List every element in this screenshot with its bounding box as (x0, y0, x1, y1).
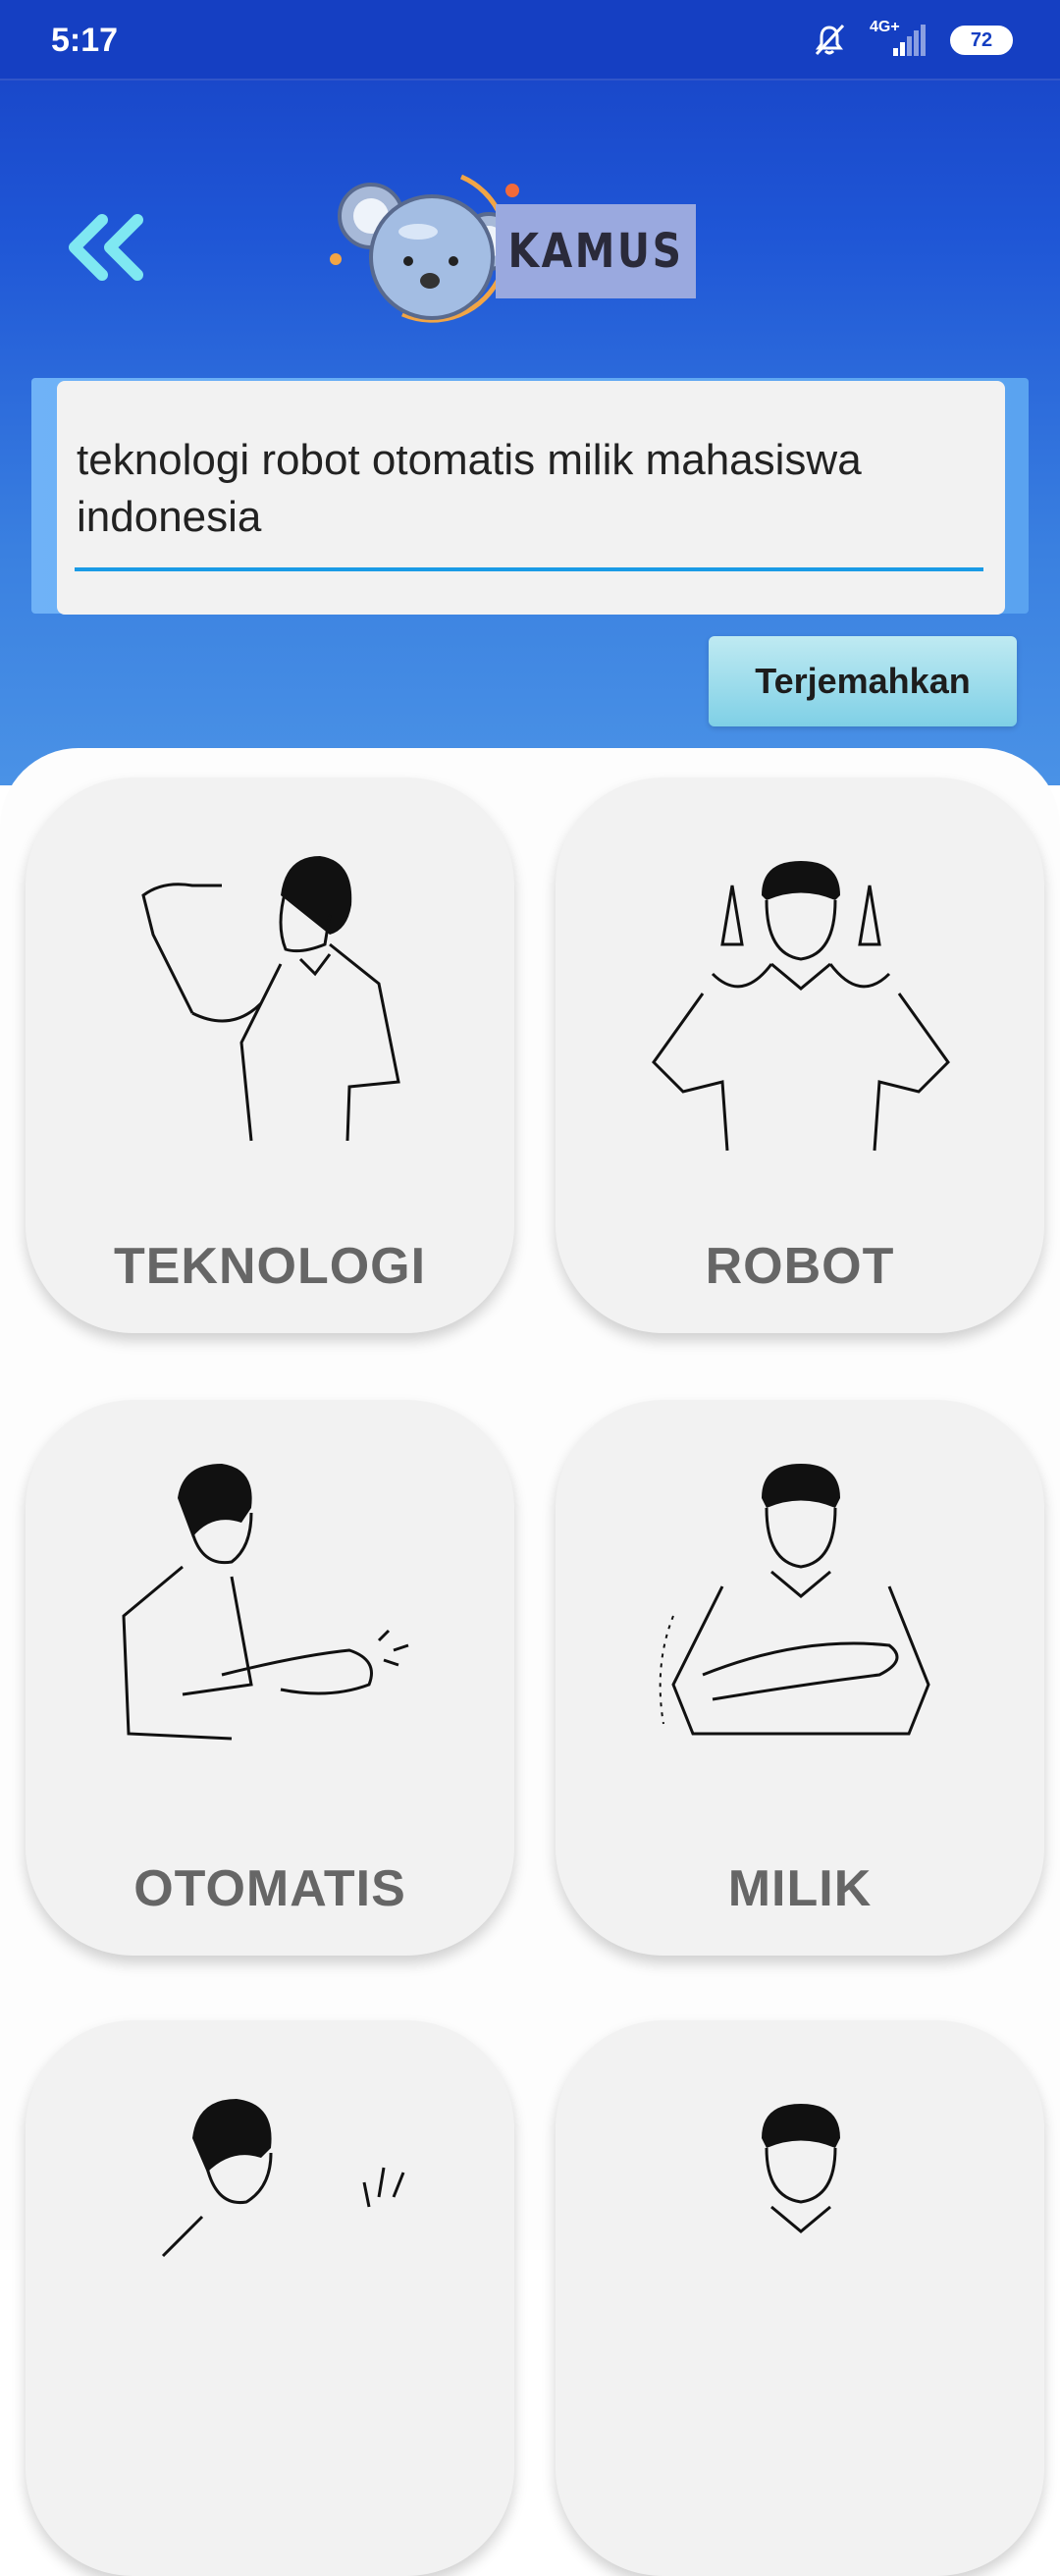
status-time: 5:17 (51, 22, 119, 59)
sign-illustration-teknologi (141, 856, 400, 1142)
sign-card-otomatis[interactable]: OTOMATIS (26, 1400, 514, 1956)
input-underline (75, 567, 983, 571)
sign-card-label: MILIK (727, 1860, 873, 1917)
battery-level: 72 (970, 28, 993, 51)
sign-card-robot[interactable]: ROBOT (556, 778, 1044, 1333)
mute-icon (815, 24, 845, 56)
sign-card-teknologi[interactable]: TEKNOLOGI (26, 778, 514, 1333)
sign-illustration-mahasiswa (161, 2099, 405, 2258)
battery-icon: 72 (950, 26, 1013, 55)
status-bar: 5:17 4G+ 72 (0, 0, 1060, 80)
input-text[interactable]: teknologi robot otomatis milik mahasiswa… (77, 432, 980, 546)
translate-button[interactable]: Terjemahkan (709, 636, 1017, 726)
sign-illustration-indonesia (762, 2104, 840, 2233)
signal-icon: 4G+ (870, 19, 928, 58)
back-chevrons-icon[interactable] (61, 206, 159, 295)
sign-card-label: OTOMATIS (133, 1860, 406, 1917)
sign-illustration-otomatis (122, 1464, 409, 1741)
sign-card-indonesia[interactable] (556, 2020, 1044, 2576)
sign-illustration-robot (652, 861, 950, 1152)
sign-card-label: ROBOT (705, 1238, 895, 1295)
sign-card-mahasiswa[interactable] (26, 2020, 514, 2576)
page-title: KAMUS (496, 204, 696, 298)
sign-illustration-milik (659, 1464, 930, 1736)
results-sheet: TEKNOLOGI ROBOT OTOMATIS MILIK (0, 748, 1060, 2576)
sign-card-label: TEKNOLOGI (113, 1238, 427, 1295)
sign-card-milik[interactable]: MILIK (556, 1400, 1044, 1956)
